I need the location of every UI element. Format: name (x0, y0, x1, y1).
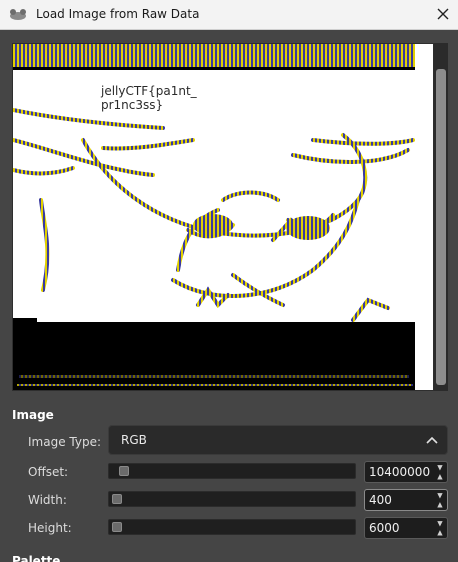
width-value[interactable]: 400 (365, 493, 433, 507)
height-value[interactable]: 6000 (365, 521, 433, 535)
palette-section-label: Palette (12, 554, 61, 562)
offset-label: Offset: (28, 465, 69, 479)
flag-line-2: pr1nc3ss} (101, 98, 164, 112)
height-slider[interactable] (108, 519, 356, 535)
flag-text: jellyCTF{pa1nt_ pr1nc3ss} (101, 84, 197, 112)
width-slider[interactable] (108, 491, 356, 507)
image-preview: jellyCTF{pa1nt_ pr1nc3ss} (12, 43, 434, 391)
chevron-icon[interactable] (417, 436, 447, 444)
width-label: Width: (28, 493, 67, 507)
preview-drawing (12, 44, 427, 390)
load-raw-image-dialog: Palette Height: 6000 ▼ ▲ Width: 400 ▼ ▲ Of… (0, 0, 458, 562)
spin-arrows-icon[interactable]: ▼ ▲ (433, 518, 447, 538)
offset-slider[interactable] (108, 463, 356, 479)
offset-spinbox[interactable]: 10400000 ▼ ▲ (364, 461, 448, 483)
gimp-icon (8, 8, 28, 22)
height-label: Height: (28, 521, 72, 535)
preview-scrollbar[interactable] (434, 43, 448, 391)
image-type-label: Image Type: (28, 435, 102, 449)
width-spinbox[interactable]: 400 ▼ ▲ (364, 489, 448, 511)
window-title: Load Image from Raw Data (36, 7, 200, 22)
image-type-select[interactable]: RGB (108, 425, 448, 455)
width-slider-thumb[interactable] (112, 494, 122, 504)
offset-slider-thumb[interactable] (119, 466, 129, 476)
image-type-value[interactable]: RGB (109, 433, 417, 447)
flag-line-1: jellyCTF{pa1nt_ (101, 84, 197, 98)
scrollbar-thumb[interactable] (436, 69, 446, 385)
close-icon[interactable] (428, 0, 458, 30)
spin-arrows-icon[interactable]: ▼ ▲ (433, 462, 447, 482)
height-slider-thumb[interactable] (112, 522, 122, 532)
window-titlebar: Load Image from Raw Data (0, 0, 458, 30)
offset-value[interactable]: 10400000 (365, 465, 433, 479)
height-spinbox[interactable]: 6000 ▼ ▲ (364, 517, 448, 539)
image-section-label: Image (12, 408, 54, 422)
spin-arrows-icon[interactable]: ▼ ▲ (433, 490, 447, 510)
